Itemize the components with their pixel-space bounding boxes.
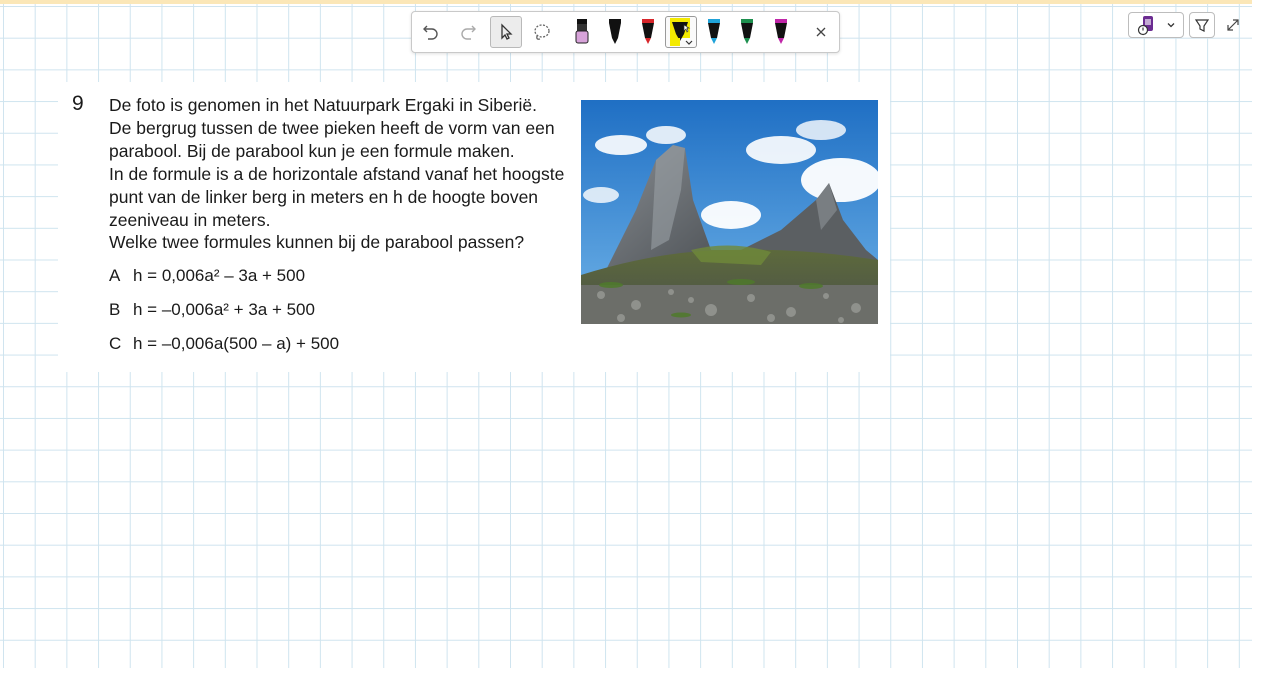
- close-icon: [816, 27, 826, 37]
- question-text: De foto is genomen in het Natuurpark Erg…: [109, 94, 564, 254]
- question-line: punt van de linker berg in meters en h d…: [109, 186, 539, 207]
- magenta-pen-icon: [775, 19, 787, 44]
- redo-icon: [461, 25, 476, 40]
- eraser-pen-button[interactable]: [566, 16, 598, 48]
- black-pen-icon: [609, 19, 621, 44]
- red-pen-icon: [642, 19, 654, 44]
- ink-tools-icon: [1137, 16, 1153, 36]
- option-letter: C: [109, 334, 122, 353]
- blue-pen-button[interactable]: [698, 16, 730, 48]
- yellow-highlighter-button[interactable]: [665, 16, 697, 48]
- redo-button[interactable]: [452, 16, 484, 48]
- black-pen-button[interactable]: [599, 16, 631, 48]
- question-number: 9: [72, 92, 84, 115]
- option-formula: h = 0,006a² – 3a + 500: [133, 266, 306, 285]
- expand-button[interactable]: [1222, 14, 1244, 36]
- close-toolbar-button[interactable]: [805, 16, 837, 48]
- green-pen-button[interactable]: [731, 16, 763, 48]
- top-accent-bar: [0, 0, 1264, 4]
- magenta-pen-button[interactable]: [765, 16, 797, 48]
- chevron-down-icon: [1167, 23, 1175, 28]
- question-line: De bergrug tussen de twee pieken heeft d…: [109, 117, 555, 138]
- blue-pen-icon: [708, 19, 720, 44]
- select-cursor-icon: [501, 23, 513, 40]
- undo-icon: [423, 25, 438, 40]
- pen-toggle-button[interactable]: [1189, 12, 1215, 38]
- yellow-highlighter-icon: [670, 18, 693, 46]
- pen-tool-icon: [1194, 19, 1210, 32]
- question-line: zeeniveau in meters.: [109, 209, 271, 230]
- option-letter: B: [109, 300, 121, 319]
- option-b: Bh = –0,006a² + 3a + 500: [109, 300, 315, 320]
- expand-icon: [1227, 19, 1239, 31]
- bottom-margin: [0, 668, 1264, 682]
- select-tool-button[interactable]: [490, 16, 522, 48]
- right-margin: [1252, 0, 1264, 682]
- question-line: In de formule is a de horizontale afstan…: [109, 163, 565, 184]
- mountain-photo: [581, 100, 878, 324]
- ink-options-dropdown[interactable]: [1128, 12, 1184, 38]
- question-line: De foto is genomen in het Natuurpark Erg…: [109, 95, 538, 115]
- lasso-icon: [534, 24, 550, 40]
- option-formula: h = –0,006a(500 – a) + 500: [133, 334, 340, 353]
- drawing-toolbar: [411, 11, 840, 53]
- question-line: parabool. Bij de parabool kun je een for…: [109, 140, 515, 161]
- option-a: Ah = 0,006a² – 3a + 500: [109, 266, 305, 286]
- option-c: Ch = –0,006a(500 – a) + 500: [109, 334, 339, 354]
- green-pen-icon: [741, 19, 753, 44]
- question-line: Welke twee formules kunnen bij de parabo…: [109, 232, 525, 253]
- undo-button[interactable]: [415, 16, 447, 48]
- option-letter: A: [109, 266, 121, 285]
- option-formula: h = –0,006a² + 3a + 500: [133, 300, 315, 319]
- lasso-tool-button[interactable]: [526, 16, 558, 48]
- red-pen-button[interactable]: [632, 16, 664, 48]
- eraser-pen-icon: [575, 19, 589, 44]
